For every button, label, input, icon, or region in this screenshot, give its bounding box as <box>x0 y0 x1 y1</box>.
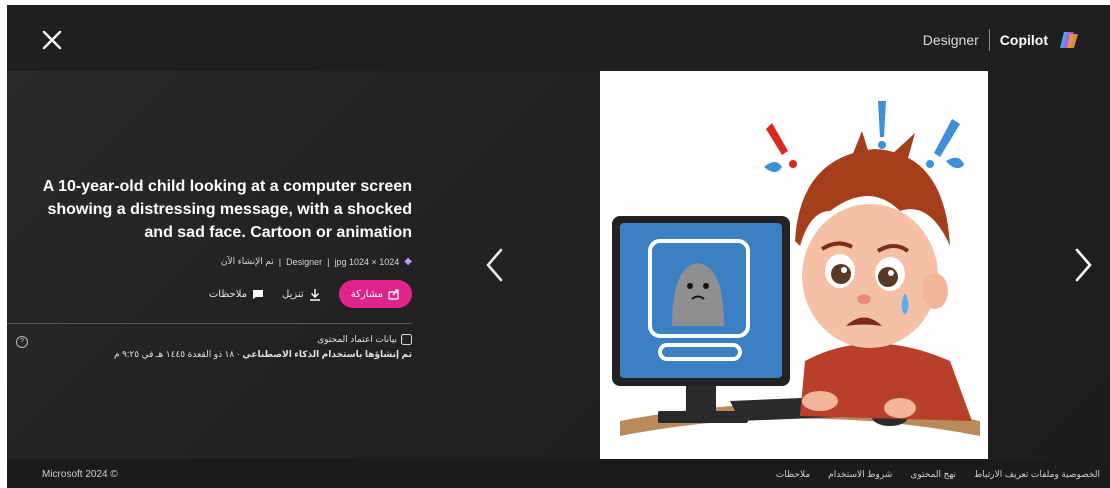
footer-link-feedback[interactable]: ملاحظات <box>776 469 810 480</box>
image-app: Designer <box>286 256 323 267</box>
svg-text:cr: cr <box>401 338 403 344</box>
share-button[interactable]: مشاركة <box>338 280 412 308</box>
copilot-logo-icon <box>1060 32 1078 48</box>
credentials-detail: تم إنشاؤها باستخدام الذكاء الاصطناعي · ١… <box>15 349 412 360</box>
footer-link-content-policy[interactable]: نهج المحتوى <box>910 469 956 480</box>
footer-link-terms[interactable]: شروط الاستخدام <box>828 469 892 480</box>
download-button[interactable]: تنزيل <box>282 288 321 301</box>
share-label: مشاركة <box>350 288 383 300</box>
brand: Designer Copilot <box>923 27 1080 53</box>
meta-separator: | <box>278 256 282 267</box>
image-size: 1024 × 1024 jpg <box>334 256 400 267</box>
top-bar: Designer Copilot <box>7 5 1110 71</box>
generated-image-illustration <box>600 71 988 464</box>
download-icon <box>309 288 320 301</box>
credentials-generated: تم إنشاؤها باستخدام الذكاء الاصطناعي <box>242 349 412 359</box>
credentials-date: · ١٨ ذو القعدة ١٤٤٥ هـ في ٩:٢٥ م <box>114 349 243 359</box>
feedback-icon <box>253 289 264 299</box>
image-meta: ◆ 1024 × 1024 jpg | Designer | تم الإنشا… <box>15 256 412 267</box>
footer: Microsoft 2024 © الخصوصية وملفات تعريف ا… <box>7 459 1110 488</box>
copyright: Microsoft 2024 © <box>42 469 118 480</box>
footer-link-privacy[interactable]: الخصوصية وملفات تعريف الارتباط <box>974 469 1100 480</box>
previous-image-button[interactable] <box>483 247 507 283</box>
image-created: تم الإنشاء الآن <box>220 256 274 266</box>
brand-copilot[interactable]: Copilot <box>1000 32 1048 48</box>
image-viewer: Designer Copilot A 10-year-old child loo… <box>7 5 1110 488</box>
designer-gem-icon: ◆ <box>404 256 412 267</box>
chevron-left-icon <box>486 248 503 282</box>
credentials-label[interactable]: بيانات اعتماد المحتوى <box>317 334 397 345</box>
content-credentials: cr بيانات اعتماد المحتوى تم إنشاؤها باست… <box>15 334 412 360</box>
info-divider <box>7 323 412 324</box>
image-info-panel: A 10-year-old child looking at a compute… <box>15 175 412 308</box>
share-icon <box>388 288 399 300</box>
brand-separator <box>988 29 990 51</box>
feedback-button[interactable]: ملاحظات <box>209 289 264 300</box>
generated-image <box>600 71 988 464</box>
feedback-label: ملاحظات <box>208 288 248 300</box>
close-icon <box>42 30 62 50</box>
image-title: A 10-year-old child looking at a compute… <box>42 178 412 241</box>
chevron-right-icon <box>1075 248 1092 282</box>
next-image-button[interactable] <box>1071 247 1095 283</box>
content-credentials-icon: cr <box>401 334 412 345</box>
download-label: تنزيل <box>282 288 304 300</box>
action-bar: مشاركة تنزيل ملاحظات <box>15 280 412 308</box>
close-button[interactable] <box>39 27 65 53</box>
meta-separator: | <box>327 256 330 267</box>
footer-links: الخصوصية وملفات تعريف الارتباط نهج المحت… <box>776 469 1100 480</box>
brand-designer[interactable]: Designer <box>923 32 979 48</box>
